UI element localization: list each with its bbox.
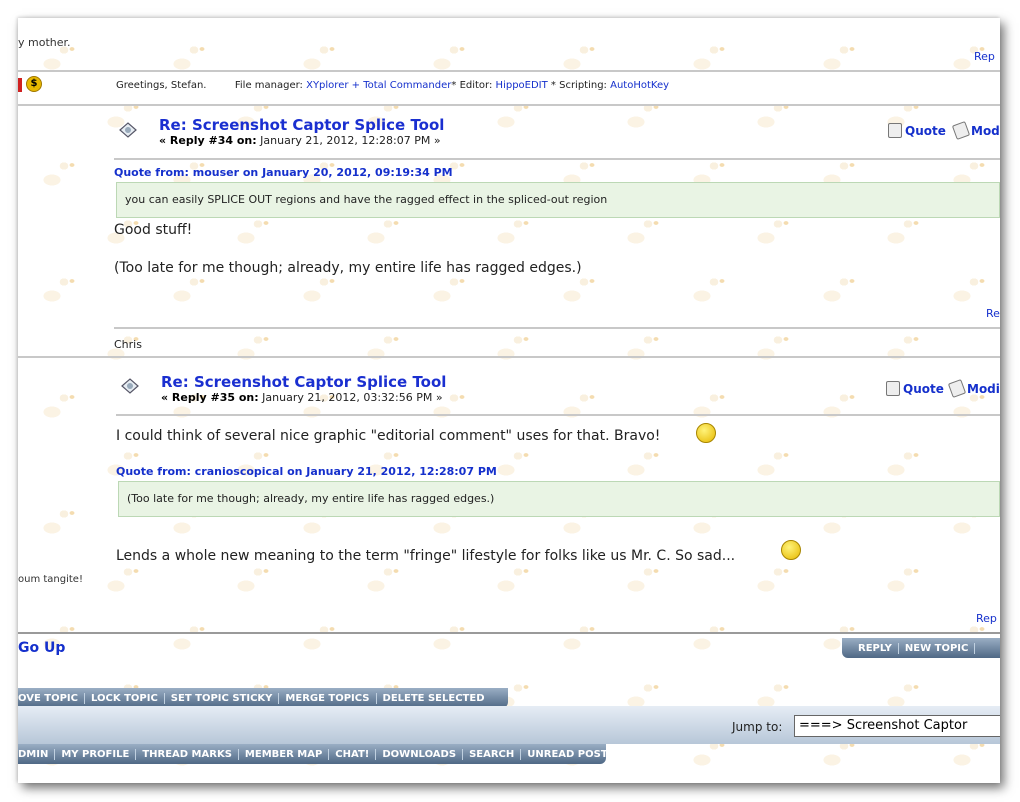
nav-my-profile[interactable]: MY PROFILE <box>55 748 137 760</box>
post34-reply-label: « Reply #34 on: <box>159 134 257 147</box>
divider <box>18 70 1000 72</box>
jump-to-select[interactable]: ===> Screenshot Captor <box>794 715 1000 737</box>
post35-reply-link[interactable]: Rep <box>976 612 997 625</box>
post34-quote-block: you can easily SPLICE OUT regions and ha… <box>116 182 1000 218</box>
red-badge-icon <box>18 78 22 92</box>
post35-modify-label: Modi <box>967 381 1000 396</box>
post34-quote-header[interactable]: Quote from: mouser on January 20, 2012, … <box>114 166 453 179</box>
nav-chat[interactable]: CHAT! <box>329 748 377 760</box>
signature-greeting: Greetings, Stefan. <box>116 80 207 91</box>
dollar-coin-icon: $ <box>26 76 42 92</box>
post35-meta: « Reply #35 on: January 21, 2012, 03:32:… <box>161 391 443 404</box>
scripting-label: * Scripting: <box>547 80 611 91</box>
post34-modify-label: Mod <box>971 123 1000 138</box>
nav-thread-marks[interactable]: THREAD MARKS <box>136 748 239 760</box>
file-manager-label: File manager: <box>234 80 307 91</box>
post34-date: January 21, 2012, 12:28:07 PM » <box>260 134 441 147</box>
editor-label: * Editor: <box>451 80 496 91</box>
delete-selected-button[interactable]: DELETE SELECTED <box>377 693 491 704</box>
post35-body-line1: I could think of several nice graphic "e… <box>116 428 661 444</box>
post-icon <box>119 122 137 138</box>
left-text-fragment: oum tangite! <box>18 574 83 585</box>
new-topic-button[interactable]: NEW TOPIC <box>899 642 976 654</box>
sad-smiley-icon <box>781 540 801 560</box>
post35-quote-button[interactable]: Quote <box>886 381 944 396</box>
post35-reply-label: « Reply #35 on: <box>161 391 259 404</box>
divider <box>18 632 1000 634</box>
top-text-fragment: y mother. <box>18 36 71 49</box>
nav-admin[interactable]: DMIN <box>18 748 56 760</box>
lock-topic-button[interactable]: LOCK TOPIC <box>85 692 165 704</box>
top-reply-link[interactable]: Rep <box>974 50 995 63</box>
move-topic-button[interactable]: OVE TOPIC <box>18 692 85 704</box>
post35-date: January 21, 2012, 03:32:56 PM » <box>262 391 443 404</box>
nav-downloads[interactable]: DOWNLOADS <box>376 748 464 760</box>
divider <box>18 356 1000 358</box>
divider <box>116 414 1000 416</box>
post34-body-line1: Good stuff! <box>114 222 193 238</box>
signature-row: Greetings, Stefan. File manager: XYplore… <box>116 80 669 91</box>
post35-title-link[interactable]: Re: Screenshot Captor Splice Tool <box>161 373 446 391</box>
post34-reply-link[interactable]: Re <box>986 307 1000 320</box>
post34-quote-button[interactable]: Quote <box>888 123 946 138</box>
go-up-link[interactable]: Go Up <box>18 640 65 656</box>
file-manager-link[interactable]: XYplorer + Total Commander <box>306 80 451 91</box>
scripting-link[interactable]: AutoHotKey <box>610 80 669 91</box>
post34-meta: « Reply #34 on: January 21, 2012, 12:28:… <box>159 134 441 147</box>
set-topic-sticky-button[interactable]: SET TOPIC STICKY <box>165 692 280 704</box>
modify-icon <box>947 379 967 398</box>
nav-unread-posts[interactable]: UNREAD POSTS <box>521 749 621 760</box>
post35-quote-block: (Too late for me though; already, my ent… <box>118 481 1000 517</box>
post-icon <box>121 378 139 394</box>
forum-screenshot: y mother. Rep $ Greetings, Stefan. File … <box>18 18 1000 783</box>
nav-member-map[interactable]: MEMBER MAP <box>239 748 330 760</box>
post34-body-line2: (Too late for me though; already, my ent… <box>114 260 582 276</box>
post35-body-line2: Lends a whole new meaning to the term "f… <box>116 548 736 564</box>
quote-icon <box>888 123 902 138</box>
modify-icon <box>951 121 971 140</box>
post34-modify-button[interactable]: Mod <box>951 121 1000 140</box>
post35-quote-header[interactable]: Quote from: cranioscopical on January 21… <box>116 465 497 478</box>
post34-quote-label: Quote <box>905 123 946 138</box>
post34-title-link[interactable]: Re: Screenshot Captor Splice Tool <box>159 116 444 134</box>
post35-quote-label: Quote <box>903 381 944 396</box>
reply-buttons-bar: REPLY NEW TOPIC <box>842 638 1000 658</box>
thumbs-up-smiley-icon <box>696 423 716 443</box>
divider <box>18 104 1000 106</box>
nav-search[interactable]: SEARCH <box>463 748 522 760</box>
moderation-bar: OVE TOPIC LOCK TOPIC SET TOPIC STICKY ME… <box>18 688 508 708</box>
reply-button[interactable]: REPLY <box>842 642 899 654</box>
quote-icon <box>886 381 900 396</box>
merge-topics-button[interactable]: MERGE TOPICS <box>279 692 377 704</box>
divider <box>114 327 1000 329</box>
main-nav-bar: DMIN MY PROFILE THREAD MARKS MEMBER MAP … <box>18 744 615 764</box>
jump-to-label: Jump to: <box>732 720 783 734</box>
divider <box>114 158 1000 160</box>
post35-modify-button[interactable]: Modi <box>947 379 1000 398</box>
post34-signature: Chris <box>114 338 142 351</box>
editor-link[interactable]: HippoEDIT <box>496 80 548 91</box>
